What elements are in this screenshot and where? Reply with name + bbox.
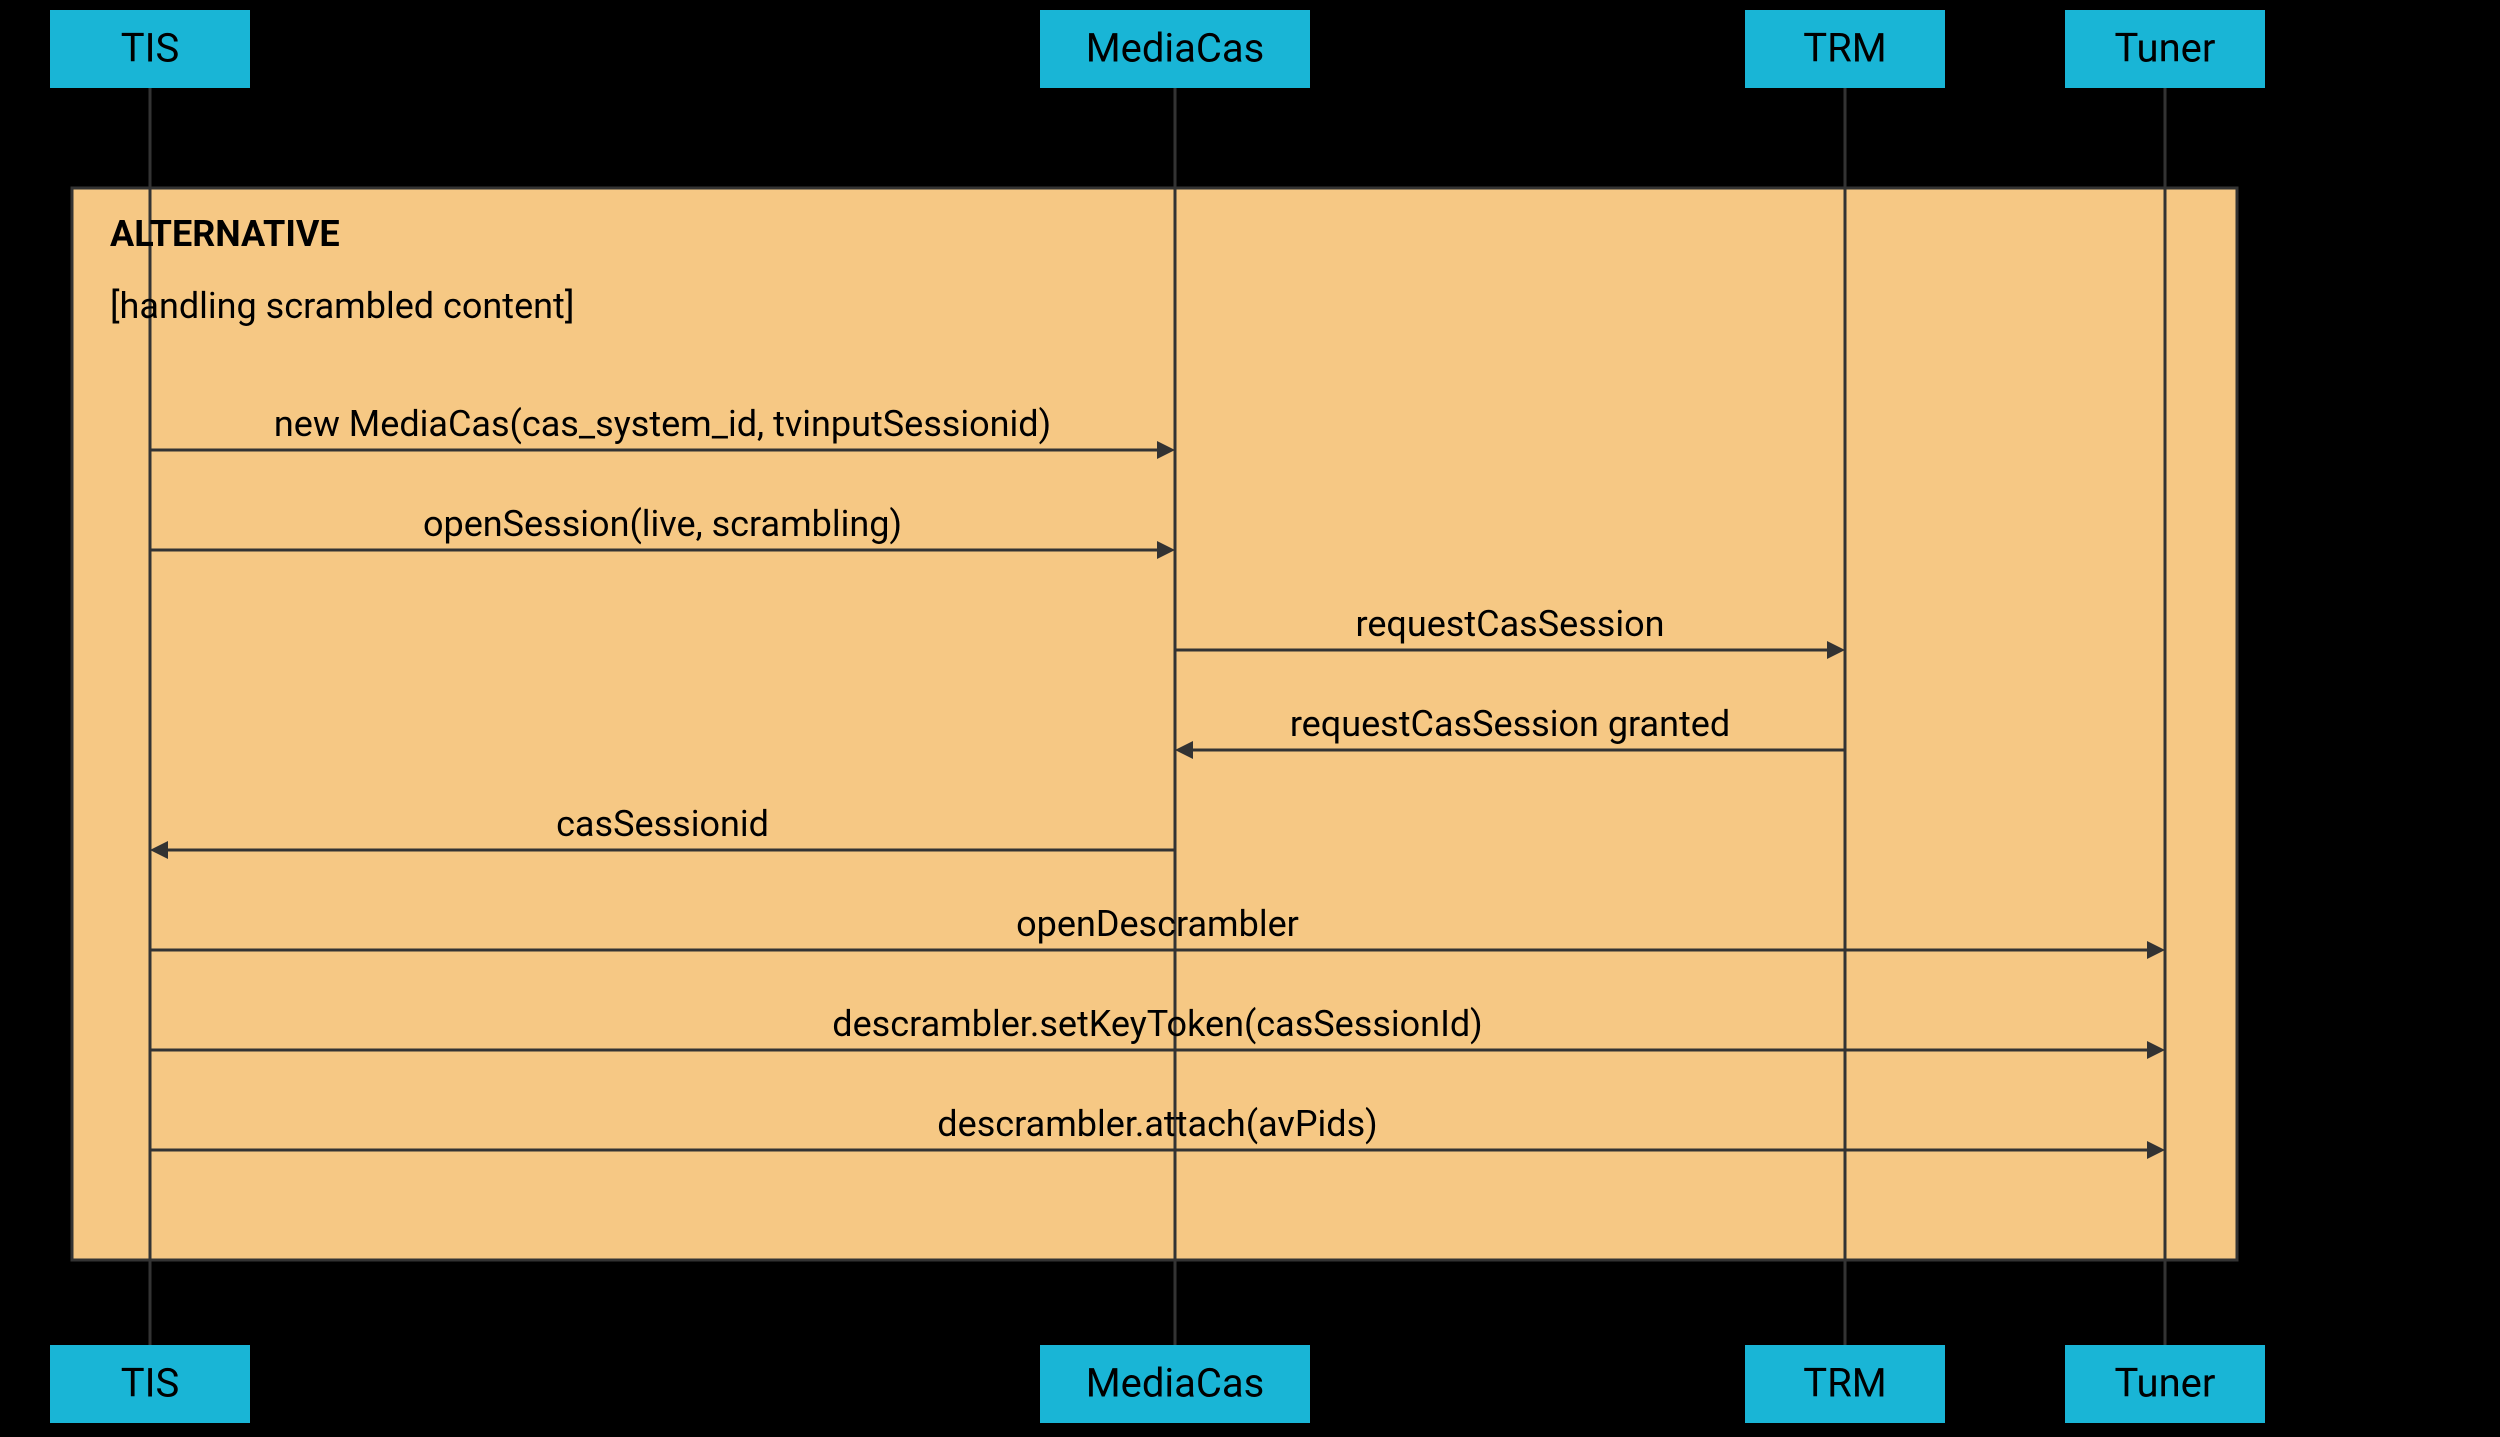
message-label: descrambler.attach(avPids) xyxy=(937,1103,1377,1145)
alt-label: ALTERNATIVE xyxy=(110,213,340,255)
top-participant-label-trm: TRM xyxy=(1803,25,1886,72)
message-label: openDescrambler xyxy=(1016,903,1299,945)
bottom-participant-label-mediacas: MediaCas xyxy=(1086,1360,1265,1407)
top-participant-label-tuner: Tuner xyxy=(2115,25,2216,72)
bottom-participant-label-tis: TIS xyxy=(121,1360,180,1407)
message-label: openSession(live, scrambling) xyxy=(423,503,902,545)
sequence-diagram: ALTERNATIVE [handling scrambled content] n… xyxy=(0,0,2500,1437)
bottom-participant-label-trm: TRM xyxy=(1803,1360,1886,1407)
top-participant-label-tis: TIS xyxy=(121,25,180,72)
message-label: new MediaCas(cas_system_id, tvinputSessi… xyxy=(274,403,1051,445)
message-label: requestCasSession xyxy=(1355,603,1664,645)
top-participant-label-mediacas: MediaCas xyxy=(1086,25,1265,72)
bottom-participant-label-tuner: Tuner xyxy=(2115,1360,2216,1407)
alt-fragment xyxy=(72,188,2237,1260)
message-label: requestCasSession granted xyxy=(1290,703,1730,745)
message-label: casSessionid xyxy=(556,803,769,845)
alt-condition: [handling scrambled content] xyxy=(110,285,574,327)
message-label: descrambler.setKeyToken(casSessionId) xyxy=(832,1003,1482,1045)
